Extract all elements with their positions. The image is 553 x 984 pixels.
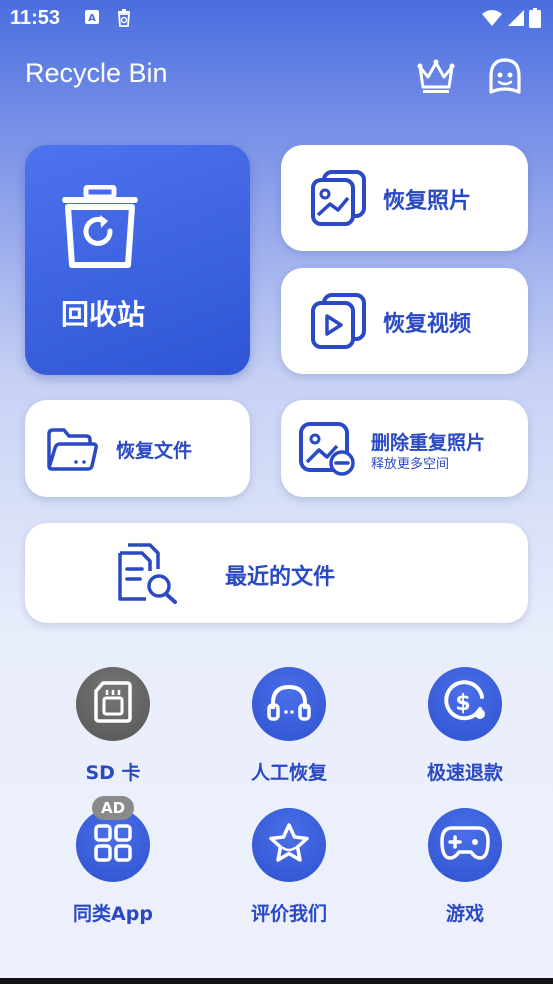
system-icons (481, 8, 541, 32)
recycle-bin-icon (60, 184, 140, 270)
crown-icon[interactable] (417, 59, 455, 95)
recover-videos-card[interactable]: 恢复视频 (281, 268, 528, 374)
star-icon (267, 822, 311, 868)
recycle-bin-label: 回收站 (61, 298, 146, 331)
similar-apps-label[interactable]: 同类App (43, 899, 183, 926)
status-bar: 11:53 A (0, 0, 553, 36)
battery-icon (529, 8, 541, 32)
recent-files-label: 最近的文件 (225, 565, 336, 590)
games-button[interactable] (428, 808, 502, 882)
svg-text:$: $ (455, 691, 470, 716)
manual-recovery-label[interactable]: 人工恢复 (219, 758, 359, 785)
recover-files-label: 恢复文件 (116, 440, 193, 462)
file-search-icon (118, 543, 180, 609)
robot-face-icon[interactable] (485, 56, 525, 96)
games-label[interactable]: 游戏 (395, 899, 535, 926)
sd-card-button[interactable] (76, 667, 150, 741)
rate-us-label[interactable]: 评价我们 (219, 899, 359, 926)
trash-notification-icon (116, 9, 132, 31)
recover-photos-label: 恢复照片 (383, 189, 472, 214)
video-icon (310, 293, 368, 353)
manual-recovery-button[interactable] (252, 667, 326, 741)
photos-icon (310, 170, 368, 230)
recent-files-card[interactable]: 最近的文件 (25, 523, 528, 623)
remove-image-icon (299, 422, 357, 482)
folder-icon (46, 426, 98, 476)
recycle-bin-card[interactable]: 回收站 (25, 145, 250, 375)
keyboard-notification-icon: A (84, 9, 100, 29)
wifi-icon (481, 9, 503, 31)
rate-us-button[interactable] (252, 808, 326, 882)
recover-photos-card[interactable]: 恢复照片 (281, 145, 528, 251)
navigation-bar (0, 978, 553, 984)
gamepad-icon (440, 825, 490, 865)
sd-card-label[interactable]: SD 卡 (43, 758, 183, 785)
status-time: 11:53 (10, 7, 61, 29)
fast-refund-button[interactable]: $ (428, 667, 502, 741)
delete-duplicates-subtitle: 释放更多空间 (371, 457, 450, 472)
delete-duplicates-label: 删除重复照片 (371, 432, 486, 454)
signal-icon (507, 9, 525, 31)
app-title: Recycle Bin (25, 58, 168, 88)
recover-videos-label: 恢复视频 (383, 312, 472, 337)
recover-files-card[interactable]: 恢复文件 (25, 400, 250, 497)
headset-icon (267, 681, 311, 727)
delete-duplicates-card[interactable]: 删除重复照片 释放更多空间 (281, 400, 528, 497)
refund-icon: $ (442, 679, 488, 729)
apps-grid-icon (93, 823, 133, 867)
svg-text:A: A (88, 13, 96, 24)
ad-badge: AD (92, 796, 134, 820)
fast-refund-label[interactable]: 极速退款 (395, 758, 535, 785)
sd-card-icon (93, 680, 133, 728)
